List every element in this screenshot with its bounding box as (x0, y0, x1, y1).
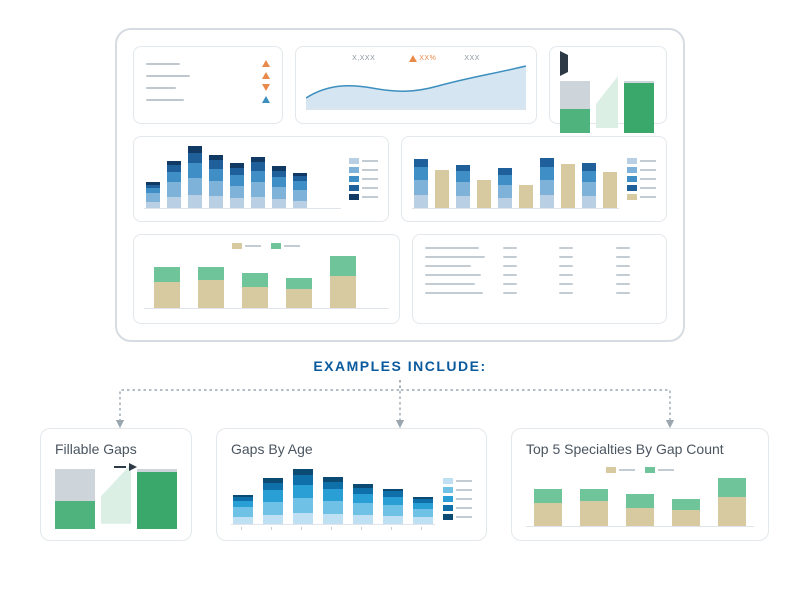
example-gaps-by-age: Gaps By Age (216, 428, 487, 541)
arrow-down-icon (262, 84, 270, 91)
example-title: Gaps By Age (231, 441, 472, 457)
area-top-values: X,XXX XX% XXX (306, 55, 526, 62)
arrow-up-icon (262, 72, 270, 79)
dash-row-1: X,XXX XX% XXX (133, 46, 667, 124)
arrow-right-icon (114, 463, 137, 471)
example-title: Fillable Gaps (55, 441, 177, 457)
dash-row-2 (133, 136, 667, 222)
metric-list-card (133, 46, 283, 124)
arrow-up-icon (262, 96, 270, 103)
connector-lines (60, 380, 740, 428)
example-fillable-gaps: Fillable Gaps (40, 428, 192, 541)
compare-bars-card (549, 46, 667, 124)
dashboard-mock: X,XXX XX% XXX (115, 28, 685, 342)
tan-green-chart-card (133, 234, 400, 324)
diagram-stage: X,XXX XX% XXX (0, 0, 800, 600)
example-top5-specialties: Top 5 Specialties By Gap Count (511, 428, 769, 541)
examples-row: Fillable Gaps Gaps By Age Top 5 Specialt… (40, 428, 760, 541)
example-title: Top 5 Specialties By Gap Count (526, 441, 754, 457)
arrow-up-icon (409, 55, 417, 62)
area-right-value: XXX (464, 55, 480, 62)
arrow-right-icon (560, 55, 656, 73)
table-card (412, 234, 667, 324)
area-chart (306, 64, 526, 110)
section-heading: EXAMPLES INCLUDE: (313, 358, 486, 374)
area-left-value: X,XXX (352, 55, 375, 62)
placeholder-table (423, 243, 656, 298)
area-pct: XX% (419, 55, 436, 62)
dash-row-3 (133, 234, 667, 324)
stacked-blue-chart-card (133, 136, 389, 222)
arrow-up-icon (262, 60, 270, 67)
area-trend-card: X,XXX XX% XXX (295, 46, 537, 124)
grouped-blue-tan-chart-card (401, 136, 667, 222)
